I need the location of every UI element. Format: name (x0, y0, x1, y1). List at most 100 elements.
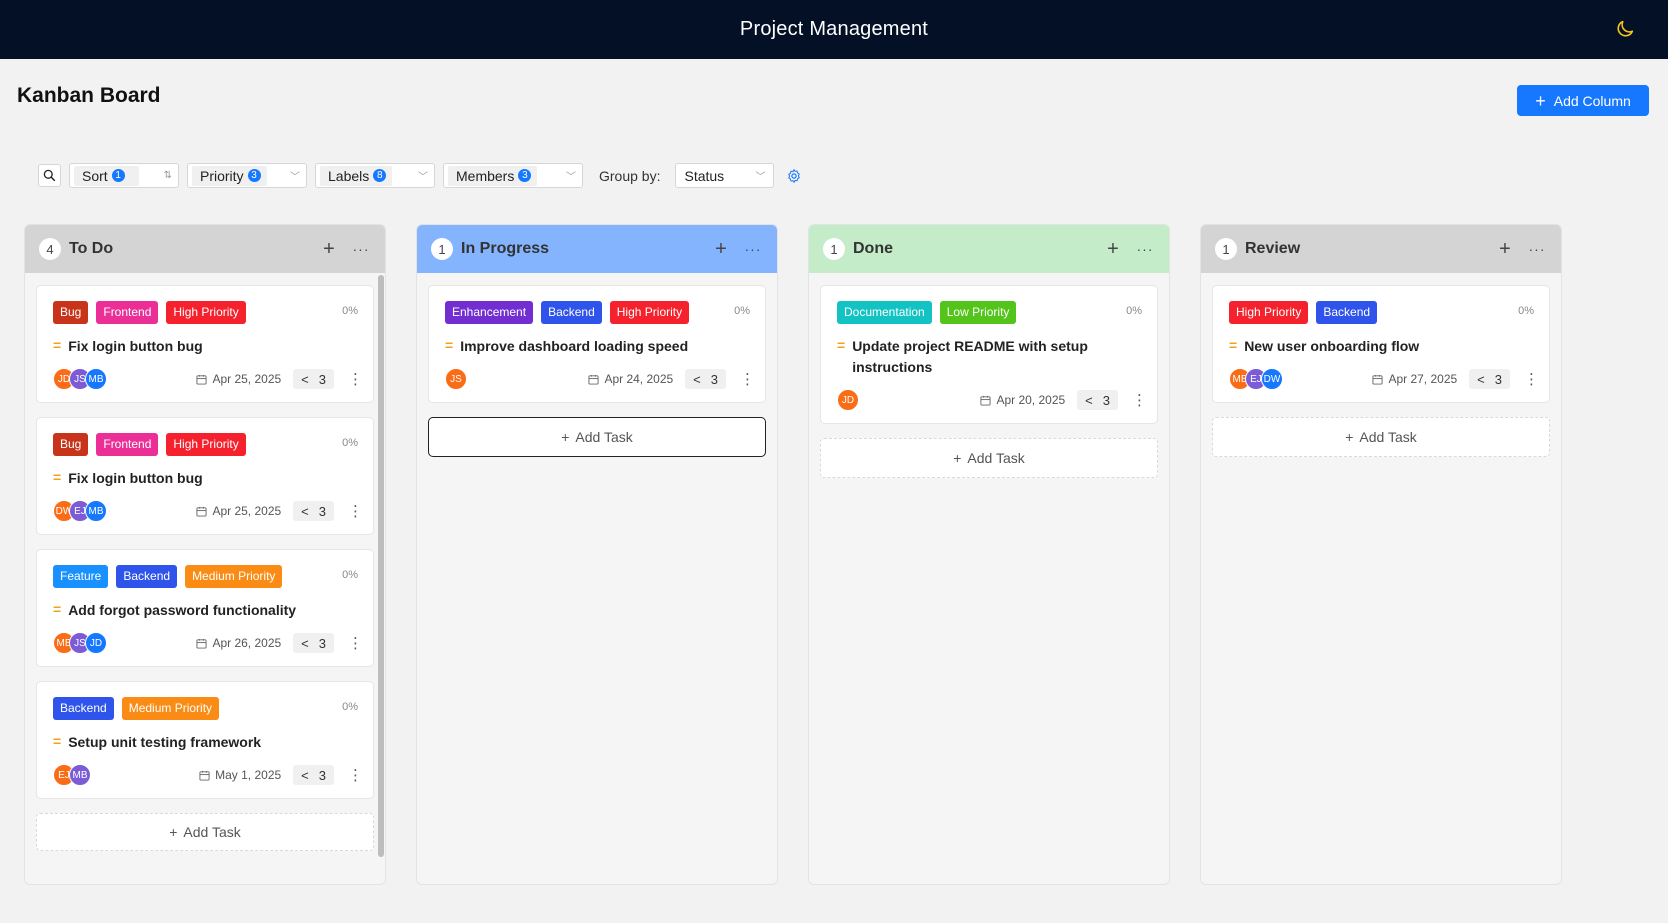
task-card[interactable]: 0% Feature Backend Medium Priority = Add forg… (36, 549, 374, 667)
more-icon[interactable]: ··· (1135, 239, 1155, 259)
kebab-menu-icon[interactable]: ⋮ (740, 370, 755, 388)
subtask-count-value: 3 (1494, 371, 1502, 387)
tag-backend: Backend (53, 697, 114, 720)
task-title: = Improve dashboard loading speed (445, 336, 750, 357)
kebab-menu-icon[interactable]: ⋮ (348, 502, 363, 520)
kebab-menu-icon[interactable]: ⋮ (1132, 391, 1147, 409)
chevron-down-icon: ﹀ (290, 172, 300, 183)
due-date: Apr 27, 2025 (1372, 372, 1457, 386)
subtask-count[interactable]: <3 (1469, 369, 1510, 389)
tag-list: High Priority Backend (1229, 301, 1474, 324)
kebab-menu-icon[interactable]: ⋮ (1524, 370, 1539, 388)
add-task-button[interactable]: + Add Task (820, 438, 1158, 478)
kebab-menu-icon[interactable]: ⋮ (348, 766, 363, 784)
task-card[interactable]: 0% High Priority Backend = New user onboardi… (1212, 285, 1550, 403)
due-date: Apr 25, 2025 (196, 372, 281, 386)
priority-filter[interactable]: Priority 3 ﹀ (187, 163, 307, 188)
tag-bug: Bug (53, 301, 89, 324)
sort-order-icon: ⇅ (163, 170, 172, 181)
calendar-icon (199, 770, 210, 781)
column-done: 1 Done + ··· 0% Documentation Low Priority = Upd… (808, 224, 1170, 885)
add-task-label: Add Task (575, 429, 633, 445)
column-body: 0% High Priority Backend = New user onboardi… (1201, 273, 1561, 884)
more-icon[interactable]: ··· (743, 239, 763, 259)
add-task-button[interactable]: + Add Task (1212, 417, 1550, 457)
plus-icon[interactable]: + (1495, 239, 1515, 259)
calendar-icon (980, 395, 991, 406)
plus-icon: + (169, 824, 178, 840)
avatar[interactable]: JD (837, 389, 859, 411)
more-icon[interactable]: ··· (1527, 239, 1547, 259)
column-header: 1 In Progress + ··· (417, 225, 777, 273)
labels-label: Labels (328, 167, 370, 184)
avatar[interactable]: MB (85, 368, 107, 390)
due-date-text: Apr 26, 2025 (212, 636, 282, 650)
due-date-text: Apr 25, 2025 (212, 372, 282, 386)
gear-icon[interactable] (786, 168, 802, 184)
avatar[interactable]: MB (85, 500, 107, 522)
priority-medium-icon: = (445, 337, 454, 353)
avatar[interactable]: JD (85, 632, 107, 654)
task-card[interactable]: 0% Documentation Low Priority = Update proje… (820, 285, 1158, 424)
progress-percent: 0% (342, 305, 358, 317)
members-filter[interactable]: Members 3 ﹀ (443, 163, 583, 188)
due-date-text: Apr 20, 2025 (996, 393, 1066, 407)
assignee-avatars: MB JS JD (53, 632, 196, 654)
subtask-count[interactable]: <3 (293, 633, 334, 653)
plus-icon: + (953, 450, 962, 466)
tag-frontend: Frontend (96, 301, 159, 324)
card-footer: EJ MB May 1, 2025 <3 ⋮ (53, 764, 363, 786)
task-card[interactable]: 0% Bug Frontend High Priority = Fix login but… (36, 417, 374, 535)
members-count-badge: 3 (518, 169, 532, 182)
tag-medium-priority: Medium Priority (121, 697, 220, 720)
plus-icon: + (561, 429, 570, 445)
plus-icon[interactable]: + (319, 239, 339, 259)
search-button[interactable] (38, 164, 61, 187)
priority-medium-icon: = (53, 469, 62, 485)
share-icon: < (301, 503, 309, 519)
moon-icon[interactable] (1614, 18, 1636, 40)
vertical-scrollbar[interactable] (378, 275, 384, 857)
sort-chip: Sort 1 (74, 165, 139, 186)
group-by-select[interactable]: Status ﹀ (675, 163, 775, 188)
task-card[interactable]: 0% Enhancement Backend High Priority = Improv… (428, 285, 766, 403)
avatar[interactable]: DW (1261, 368, 1283, 390)
task-card[interactable]: 0% Backend Medium Priority = Setup unit test… (36, 681, 374, 799)
due-date-text: Apr 24, 2025 (604, 372, 674, 386)
subtask-count[interactable]: <3 (685, 369, 726, 389)
sort-filter[interactable]: Sort 1 ⇅ (69, 163, 179, 188)
search-icon (43, 169, 56, 182)
subtask-count-value: 3 (1102, 392, 1110, 408)
tag-feature: Feature (53, 565, 109, 588)
plus-icon[interactable]: + (1103, 239, 1123, 259)
task-card[interactable]: 0% Bug Frontend High Priority = Fix login but… (36, 285, 374, 403)
avatar[interactable]: MB (69, 764, 91, 786)
labels-filter[interactable]: Labels 8 ﹀ (315, 163, 435, 188)
task-title: = Setup unit testing framework (53, 732, 358, 753)
subtask-count[interactable]: <3 (293, 369, 334, 389)
more-icon[interactable]: ··· (351, 239, 371, 259)
kebab-menu-icon[interactable]: ⋮ (348, 634, 363, 652)
add-task-button[interactable]: + Add Task (36, 813, 374, 851)
subtask-count[interactable]: <3 (1077, 390, 1118, 410)
group-by-value: Status (684, 167, 725, 184)
plus-icon: + (1535, 90, 1546, 111)
priority-chip: Priority 3 (192, 165, 267, 186)
kebab-menu-icon[interactable]: ⋮ (348, 370, 363, 388)
calendar-icon (196, 506, 207, 517)
column-in-progress: 1 In Progress + ··· 0% Enhancement Backend High… (416, 224, 778, 885)
plus-icon[interactable]: + (711, 239, 731, 259)
chevron-down-icon: ﹀ (566, 172, 576, 183)
add-column-button[interactable]: + Add Column (1517, 85, 1649, 116)
due-date-text: May 1, 2025 (215, 768, 282, 782)
task-title-text: Add forgot password functionality (68, 602, 297, 618)
task-title-text: Setup unit testing framework (68, 734, 262, 750)
share-icon: < (301, 767, 309, 783)
subtask-count[interactable]: <3 (293, 501, 334, 521)
add-task-button[interactable]: + Add Task (428, 417, 766, 457)
avatar[interactable]: JS (445, 368, 467, 390)
assignee-avatars: DW EJ MB (53, 500, 196, 522)
card-footer: JS Apr 24, 2025 <3 ⋮ (445, 368, 755, 390)
subtask-count[interactable]: <3 (293, 765, 334, 785)
assignee-avatars: MB EJ DW (1229, 368, 1372, 390)
